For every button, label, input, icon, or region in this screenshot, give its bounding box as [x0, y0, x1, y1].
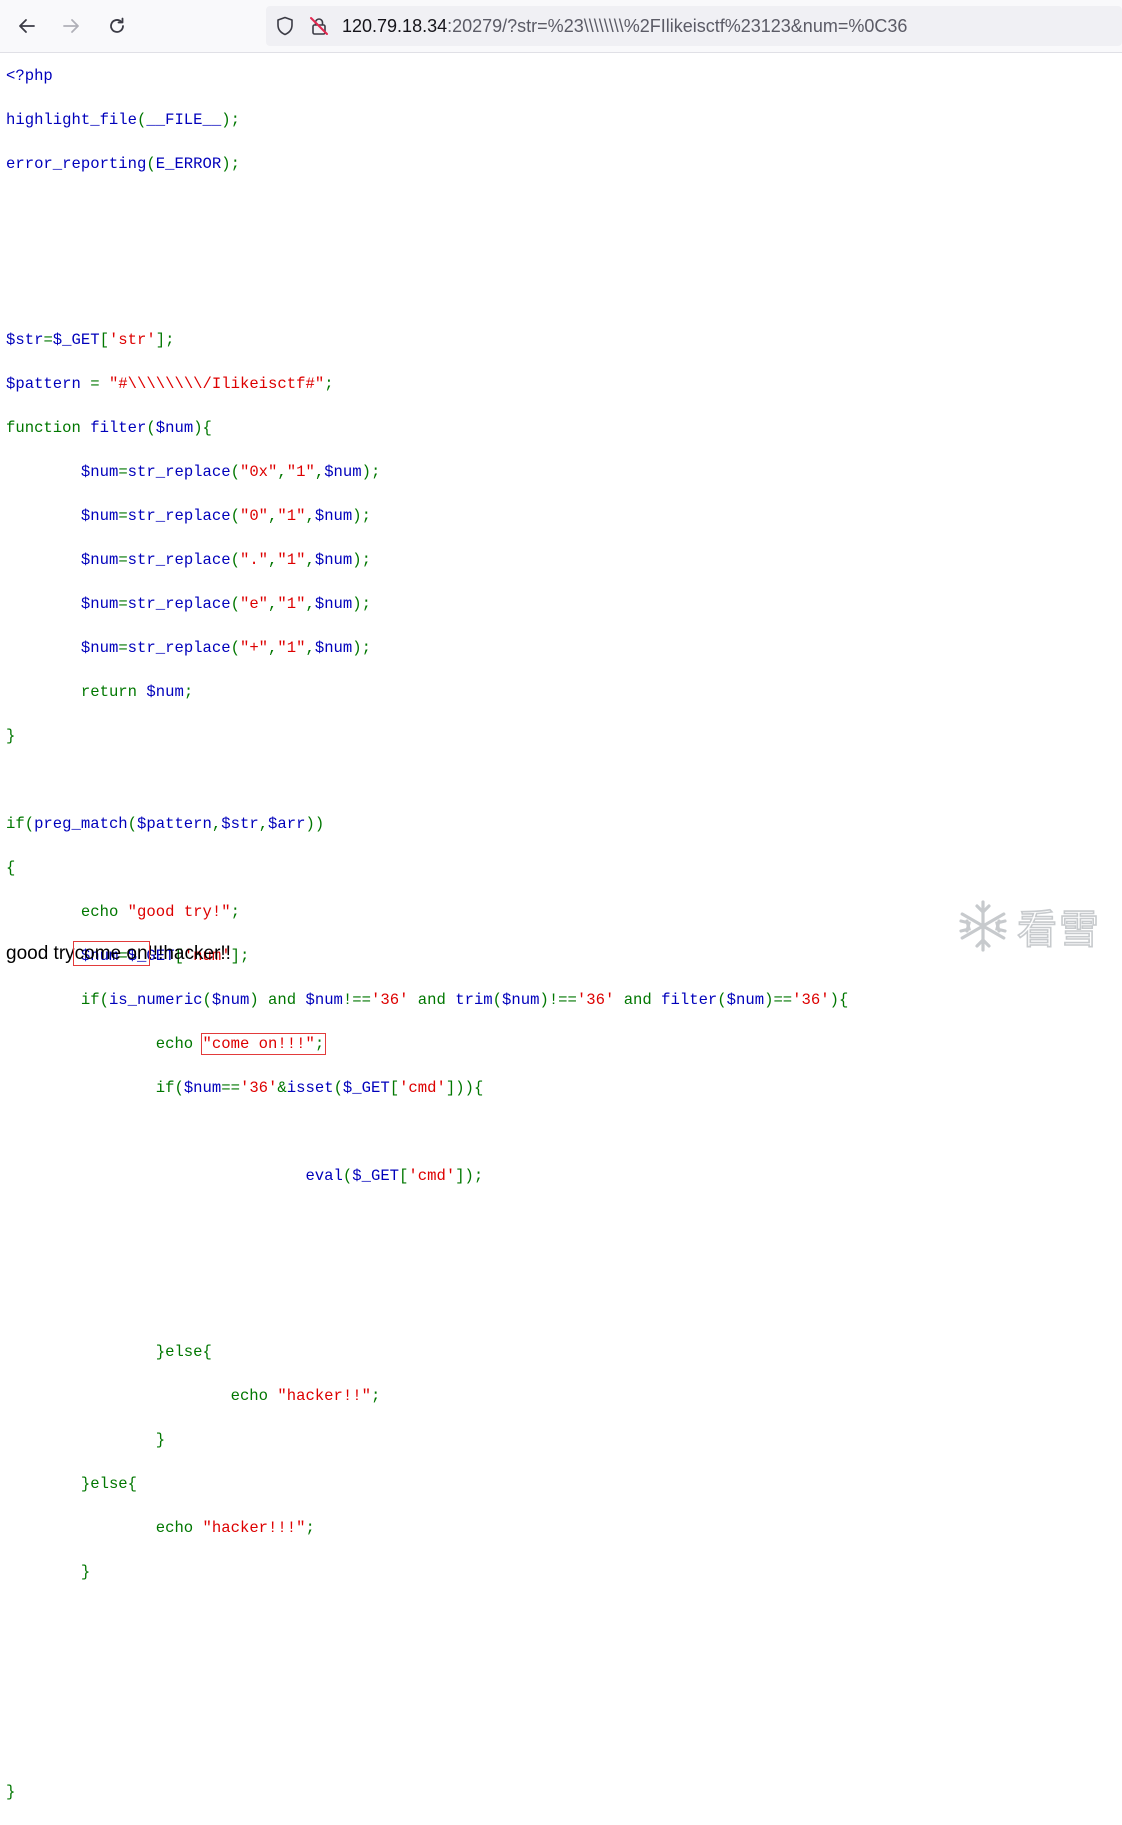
code-line: $num=str_replace("+","1",$num);	[80, 639, 371, 657]
code-line: eval($_GET['cmd']);	[305, 1167, 484, 1185]
code-line: echo "hacker!!";	[230, 1387, 381, 1405]
url-host: 120.79.18.34	[342, 16, 448, 36]
output-text-2: !!!hacker!!	[147, 943, 231, 964]
code-line: $num=str_replace("e","1",$num);	[80, 595, 371, 613]
code-line: error_reporting(E_ERROR);	[6, 155, 240, 173]
code-line: $pattern = "#\\\\\\\\/Ilikeisctf#";	[6, 375, 334, 393]
watermark-text: 看雪	[1016, 906, 1101, 954]
output-highlight-box: come on	[72, 941, 150, 966]
tracking-protection-button[interactable]	[274, 15, 296, 37]
code-line: echo "hacker!!!";	[155, 1519, 315, 1537]
code-line: echo "come on!!!";	[155, 1033, 327, 1055]
forward-button[interactable]	[54, 9, 88, 43]
back-arrow-icon	[19, 19, 35, 33]
code-line: }	[6, 1783, 16, 1801]
code-line: <?php	[6, 67, 53, 85]
site-security-button[interactable]	[308, 15, 330, 37]
code-line: $num=str_replace(".","1",$num);	[80, 551, 371, 569]
code-line: if($num=='36'&isset($_GET['cmd'])){	[155, 1079, 484, 1097]
back-button[interactable]	[10, 9, 44, 43]
code-line: $num=str_replace("0","1",$num);	[80, 507, 371, 525]
forward-arrow-icon	[63, 19, 79, 33]
code-line: return $num;	[80, 683, 194, 701]
code-line: }else{	[155, 1343, 212, 1361]
code-line: if(is_numeric($num) and $num!=='36' and …	[80, 991, 849, 1009]
reload-icon	[110, 17, 124, 33]
url-text[interactable]: 120.79.18.34:20279/?str=%23\\\\\\\\%2FIl…	[342, 6, 907, 46]
code-line: $num=str_replace("0x","1",$num);	[80, 463, 381, 481]
code-line: }	[155, 1431, 166, 1449]
insecure-lock-icon	[310, 17, 328, 35]
code-line: {	[6, 859, 16, 877]
highlighted-echo-string: "come on!!!";	[200, 1033, 327, 1055]
page-output: good trycome on!!!hacker!!	[6, 940, 231, 968]
code-line: }	[80, 1563, 91, 1581]
code-line: $str=$_GET['str'];	[6, 331, 175, 349]
code-line: function filter($num){	[6, 419, 212, 437]
code-line: highlight_file(__FILE__);	[6, 111, 240, 129]
reload-button[interactable]	[100, 9, 134, 43]
code-line: echo "good try!";	[80, 903, 240, 921]
php-source-code: <?php highlight_file(__FILE__); error_re…	[6, 43, 848, 1825]
shield-icon	[277, 16, 293, 36]
output-text-1: good try	[6, 943, 75, 964]
url-path: :20279/?str=%23\\\\\\\\%2FIlikeisctf%231…	[447, 16, 908, 36]
code-line: if(preg_match($pattern,$str,$arr))	[6, 815, 325, 833]
snowflake-icon	[959, 900, 1007, 952]
code-line: }else{	[80, 1475, 138, 1493]
code-line: }	[6, 727, 16, 745]
kanxue-watermark: 看雪	[955, 897, 1101, 955]
address-bar[interactable]: 120.79.18.34:20279/?str=%23\\\\\\\\%2FIl…	[266, 6, 1122, 46]
